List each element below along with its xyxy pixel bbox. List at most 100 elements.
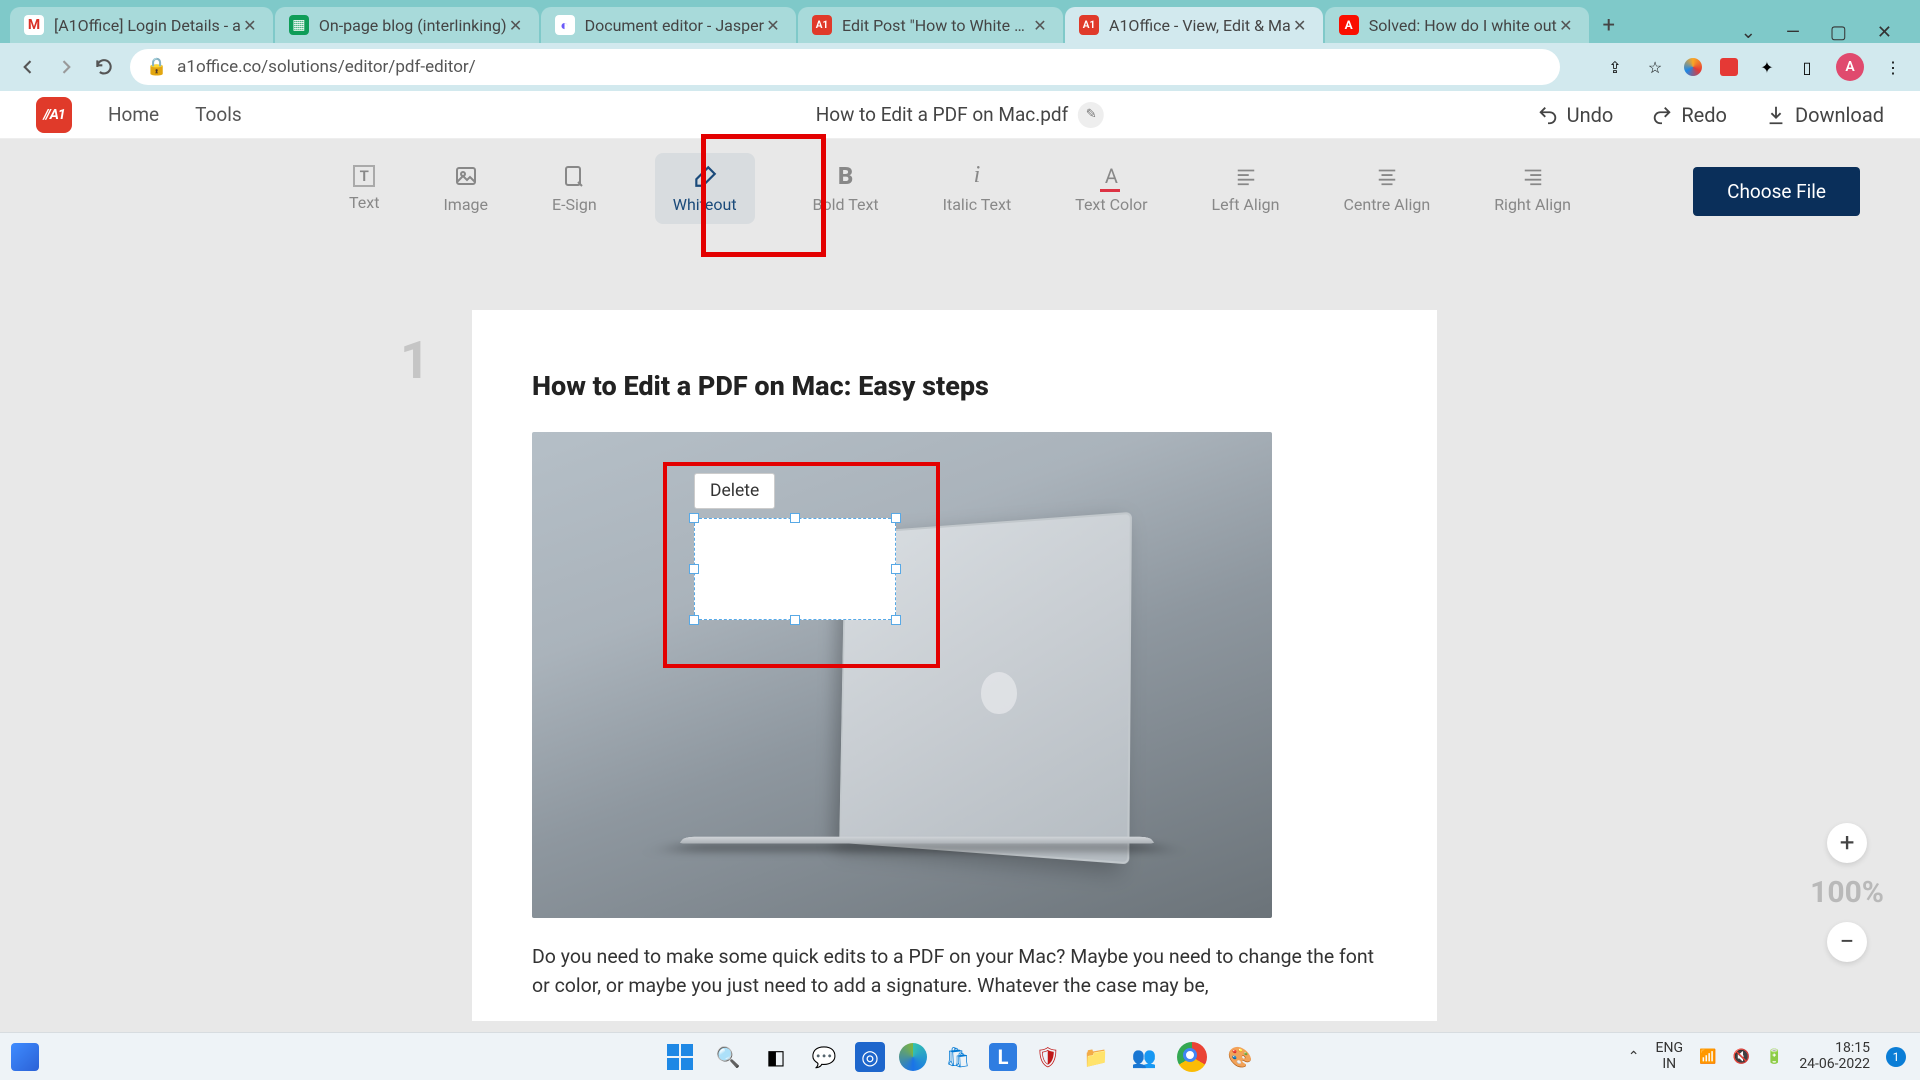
zoom-out-button[interactable]: −: [1827, 922, 1867, 962]
resize-handle[interactable]: [790, 615, 800, 625]
browser-tab[interactable]: M [A1Office] Login Details - a ✕: [10, 7, 273, 43]
edge-icon[interactable]: [899, 1043, 927, 1071]
align-left-icon: [1233, 163, 1259, 189]
star-icon[interactable]: ☆: [1644, 56, 1666, 78]
tool-textcolor[interactable]: A Text Color: [1069, 155, 1153, 222]
tool-leftalign[interactable]: Left Align: [1206, 155, 1286, 222]
chevron-down-icon[interactable]: ⌄: [1741, 22, 1756, 43]
resize-handle[interactable]: [689, 513, 699, 523]
editor-canvas[interactable]: 1 How to Edit a PDF on Mac: Easy steps D…: [0, 280, 1920, 1032]
pdf-page: How to Edit a PDF on Mac: Easy steps Do …: [472, 310, 1437, 1021]
close-icon[interactable]: ✕: [764, 16, 782, 34]
eraser-icon: [692, 163, 718, 189]
paint-icon[interactable]: 🎨: [1223, 1040, 1257, 1074]
adobe-icon: A: [1339, 15, 1359, 35]
zoom-in-button[interactable]: +: [1827, 823, 1867, 863]
text-icon: T: [353, 165, 375, 187]
more-icon[interactable]: ⋮: [1882, 56, 1904, 78]
redo-button[interactable]: Redo: [1651, 103, 1727, 127]
browser-tab[interactable]: A Solved: How do I white out ✕: [1325, 7, 1589, 43]
choose-file-button[interactable]: Choose File: [1693, 167, 1860, 216]
wifi-icon[interactable]: 📶: [1699, 1049, 1716, 1065]
tab-title: [A1Office] Login Details - a: [54, 16, 241, 35]
tool-image[interactable]: Image: [437, 155, 494, 222]
resize-handle[interactable]: [891, 513, 901, 523]
file-explorer-icon[interactable]: 📁: [1079, 1040, 1113, 1074]
textcolor-icon: A: [1098, 163, 1124, 189]
forward-button[interactable]: [54, 55, 78, 79]
tool-whiteout[interactable]: Whiteout: [655, 153, 755, 224]
resize-handle[interactable]: [689, 615, 699, 625]
document-heading: How to Edit a PDF on Mac: Easy steps: [532, 370, 1377, 402]
start-button[interactable]: [663, 1040, 697, 1074]
battery-icon[interactable]: 🔋: [1766, 1049, 1783, 1065]
url-input[interactable]: 🔒 a1office.co/solutions/editor/pdf-edito…: [130, 49, 1560, 85]
undo-button[interactable]: Undo: [1537, 103, 1614, 127]
mcafee-icon[interactable]: 🛡: [1031, 1040, 1065, 1074]
browser-tab-active[interactable]: A1 A1Office - View, Edit & Ma ✕: [1065, 7, 1323, 43]
bold-icon: B: [833, 163, 859, 189]
close-icon[interactable]: ✕: [1031, 16, 1049, 34]
close-window-icon[interactable]: ✕: [1877, 22, 1892, 43]
tool-text[interactable]: T Text: [343, 157, 385, 220]
volume-icon[interactable]: 🔇: [1732, 1049, 1749, 1065]
share-icon[interactable]: ⇪: [1604, 56, 1626, 78]
app-logo[interactable]: //A1: [36, 97, 72, 133]
widgets-icon[interactable]: [11, 1043, 39, 1071]
minimize-icon[interactable]: —: [1786, 22, 1800, 43]
new-tab-button[interactable]: +: [1591, 7, 1627, 43]
resize-handle[interactable]: [891, 564, 901, 574]
tool-rightalign[interactable]: Right Align: [1488, 155, 1577, 222]
resize-handle[interactable]: [689, 564, 699, 574]
browser-tab[interactable]: ◐ Document editor - Jasper ✕: [541, 7, 796, 43]
browser-tab[interactable]: ▦ On-page blog (interlinking) ✕: [275, 7, 539, 43]
tool-bold[interactable]: B Bold Text: [807, 155, 885, 222]
taskbar-app-icon[interactable]: L: [989, 1043, 1017, 1071]
close-icon[interactable]: ✕: [241, 16, 259, 34]
apple-logo-icon: [981, 672, 1017, 714]
panel-icon[interactable]: ▯: [1796, 56, 1818, 78]
task-view-icon[interactable]: ◧: [759, 1040, 793, 1074]
search-icon[interactable]: 🔍: [711, 1040, 745, 1074]
url-text: a1office.co/solutions/editor/pdf-editor/: [177, 57, 476, 77]
page-number: 1: [400, 330, 430, 391]
nav-home[interactable]: Home: [108, 103, 159, 126]
chat-icon[interactable]: 💬: [807, 1040, 841, 1074]
browser-tab[interactable]: A1 Edit Post "How to White Ou ✕: [798, 7, 1063, 43]
extension-icon[interactable]: [1684, 58, 1702, 76]
close-icon[interactable]: ✕: [1291, 16, 1309, 34]
extension-icon[interactable]: [1720, 58, 1738, 76]
notification-badge[interactable]: 1: [1886, 1047, 1906, 1067]
profile-avatar[interactable]: A: [1836, 53, 1864, 81]
jasper-icon: ◐: [555, 15, 575, 35]
chrome-icon[interactable]: [1175, 1040, 1209, 1074]
tab-title: Document editor - Jasper: [585, 16, 764, 35]
tray-chevron-icon[interactable]: ⌃: [1628, 1049, 1640, 1065]
nav-tools[interactable]: Tools: [195, 103, 242, 126]
resize-handle[interactable]: [790, 513, 800, 523]
edit-title-button[interactable]: ✎: [1078, 102, 1104, 128]
document-title-area: How to Edit a PDF on Mac.pdf ✎: [816, 102, 1104, 128]
zoom-controls: + 100% −: [1810, 823, 1884, 962]
reload-button[interactable]: [92, 55, 116, 79]
clock[interactable]: 18:15 24-06-2022: [1799, 1041, 1870, 1072]
taskbar-app-icon[interactable]: ◎: [855, 1042, 885, 1072]
download-button[interactable]: Download: [1765, 103, 1884, 127]
teams-icon[interactable]: 👥: [1127, 1040, 1161, 1074]
maximize-icon[interactable]: ▢: [1830, 22, 1847, 43]
extensions-icon[interactable]: ✦: [1756, 56, 1778, 78]
back-button[interactable]: [16, 55, 40, 79]
tool-italic[interactable]: i Italic Text: [937, 155, 1018, 222]
align-center-icon: [1374, 163, 1400, 189]
whiteout-selection[interactable]: [694, 518, 896, 620]
app-header: //A1 Home Tools How to Edit a PDF on Mac…: [0, 91, 1920, 139]
close-icon[interactable]: ✕: [1557, 16, 1575, 34]
language-indicator[interactable]: ENG: [1656, 1041, 1683, 1056]
tool-esign[interactable]: E-Sign: [546, 155, 603, 222]
close-icon[interactable]: ✕: [507, 16, 525, 34]
store-icon[interactable]: 🛍: [941, 1040, 975, 1074]
tool-centrealign[interactable]: Centre Align: [1337, 155, 1436, 222]
delete-tooltip[interactable]: Delete: [694, 473, 775, 509]
document-paragraph: Do you need to make some quick edits to …: [532, 942, 1377, 1001]
resize-handle[interactable]: [891, 615, 901, 625]
